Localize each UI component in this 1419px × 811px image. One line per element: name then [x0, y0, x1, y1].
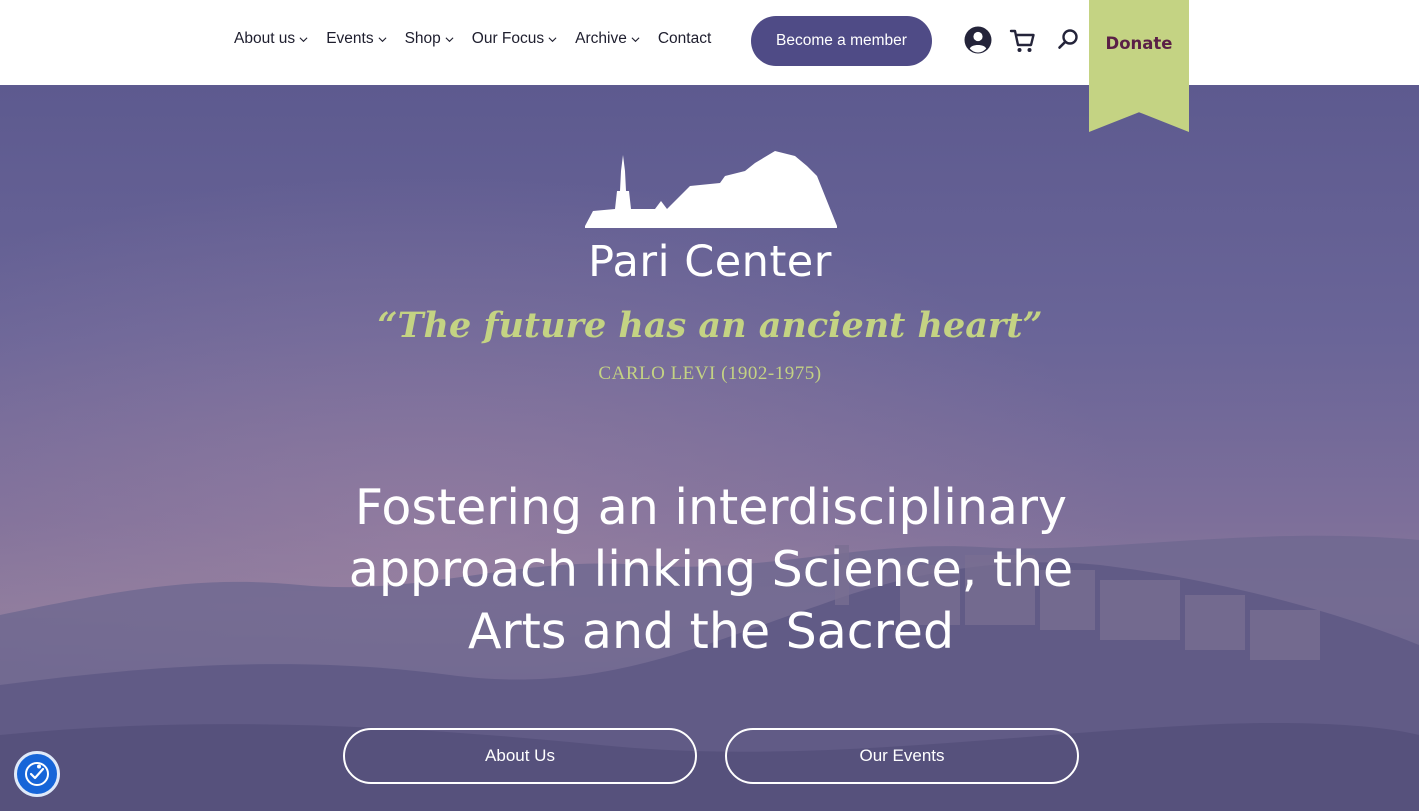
nav-item-label: Contact	[657, 30, 712, 47]
headline-line: Fostering an interdisciplinary	[354, 479, 1068, 536]
nav-item-about-us[interactable]: About us	[234, 30, 308, 48]
headline-line: approach linking Science, the	[348, 541, 1074, 598]
accessibility-icon	[25, 762, 49, 786]
chevron-down-icon	[548, 36, 557, 42]
headline-line: Arts and the Sacred	[467, 603, 955, 660]
quote-author: CARLO LEVI (1902-1975)	[598, 363, 822, 384]
nav-item-label: Shop	[404, 30, 441, 47]
search-icon[interactable]	[1053, 25, 1083, 55]
account-icon[interactable]	[963, 25, 993, 55]
hero-section: Pari Center “The future has an ancient h…	[0, 85, 1419, 811]
become-member-button[interactable]: Become a member	[751, 16, 932, 66]
nav-item-label: About us	[234, 30, 296, 47]
nav-item-shop[interactable]: Shop	[405, 30, 454, 48]
chevron-down-icon	[378, 36, 387, 42]
donate-ribbon-button[interactable]: Donate	[1089, 0, 1189, 132]
main-nav: About us Events Shop Our Focus Archive C…	[234, 30, 731, 48]
donate-label: Donate	[1105, 34, 1173, 53]
about-us-button[interactable]: About Us	[343, 728, 697, 784]
logo-wordmark: Pari Center	[588, 237, 832, 287]
hero-quote: “The future has an ancient heart”	[377, 305, 1043, 346]
nav-item-our-focus[interactable]: Our Focus	[472, 30, 557, 48]
cart-icon[interactable]	[1008, 25, 1038, 55]
nav-item-contact[interactable]: Contact	[658, 30, 711, 48]
accessibility-button[interactable]	[14, 751, 60, 797]
nav-item-events[interactable]: Events	[326, 30, 387, 48]
nav-item-label: Archive	[575, 30, 627, 47]
chevron-down-icon	[299, 36, 308, 42]
our-events-button[interactable]: Our Events	[725, 728, 1079, 784]
nav-item-label: Events	[326, 30, 374, 47]
hero-headline: Fostering an interdisciplinary approach …	[330, 477, 1092, 663]
site-header: About us Events Shop Our Focus Archive C…	[0, 0, 1419, 85]
nav-item-label: Our Focus	[471, 30, 545, 47]
chevron-down-icon	[631, 36, 640, 42]
nav-item-archive[interactable]: Archive	[575, 30, 640, 48]
chevron-down-icon	[445, 36, 454, 42]
